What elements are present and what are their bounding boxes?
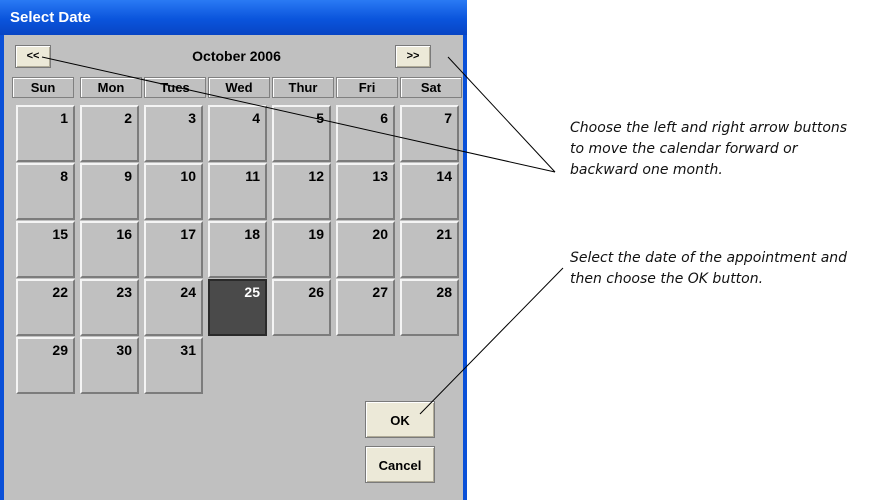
day-cell-25[interactable]: 25: [208, 279, 267, 336]
day-number: 21: [436, 226, 452, 242]
day-number: 11: [245, 168, 260, 184]
day-number: 1: [60, 110, 68, 126]
day-cell-13[interactable]: 13: [336, 163, 395, 220]
title-bar[interactable]: Select Date: [0, 0, 467, 35]
ok-button-annotation: Select the date of the appointment and t…: [570, 248, 847, 290]
weekday-header-4: Thur: [272, 77, 334, 98]
day-number: 15: [52, 226, 68, 242]
day-number: 4: [252, 110, 260, 126]
day-number: 8: [60, 168, 68, 184]
day-number: 18: [244, 226, 260, 242]
day-cell-9[interactable]: 9: [80, 163, 139, 220]
day-number: 20: [372, 226, 388, 242]
day-cell-27[interactable]: 27: [336, 279, 395, 336]
day-number: 7: [444, 110, 452, 126]
window-title: Select Date: [10, 9, 91, 26]
day-number: 17: [180, 226, 196, 242]
day-cell-18[interactable]: 18: [208, 221, 267, 278]
ok-button[interactable]: OK: [365, 401, 435, 438]
day-cell-3[interactable]: 3: [144, 105, 203, 162]
day-cell-4[interactable]: 4: [208, 105, 267, 162]
weekday-header-0: Sun: [12, 77, 74, 98]
day-cell-2[interactable]: 2: [80, 105, 139, 162]
next-month-button[interactable]: >>: [395, 45, 431, 68]
day-cell-20[interactable]: 20: [336, 221, 395, 278]
day-number: 23: [116, 284, 132, 300]
day-number: 30: [116, 342, 132, 358]
month-year-label: October 2006: [192, 48, 281, 64]
day-cell-22[interactable]: 22: [16, 279, 75, 336]
annotation-line: to move the calendar forward or: [570, 141, 798, 157]
day-cell-21[interactable]: 21: [400, 221, 459, 278]
day-number: 10: [180, 168, 196, 184]
day-number: 31: [180, 342, 196, 358]
day-cell-11[interactable]: 11: [208, 163, 267, 220]
day-number: 27: [372, 284, 388, 300]
day-cell-14[interactable]: 14: [400, 163, 459, 220]
day-number: 3: [188, 110, 196, 126]
day-cell-26[interactable]: 26: [272, 279, 331, 336]
day-number: 25: [244, 284, 260, 300]
day-number: 6: [380, 110, 388, 126]
day-cell-12[interactable]: 12: [272, 163, 331, 220]
day-number: 28: [436, 284, 452, 300]
day-cell-6[interactable]: 6: [336, 105, 395, 162]
month-navigation: << October 2006 >>: [12, 43, 461, 71]
day-cell-15[interactable]: 15: [16, 221, 75, 278]
annotation-line: Select the date of the appointment and: [570, 250, 848, 266]
weekday-header-1: Mon: [80, 77, 142, 98]
weekday-header-3: Wed: [208, 77, 270, 98]
weekday-header-6: Sat: [400, 77, 462, 98]
day-number: 9: [124, 168, 132, 184]
annotation-line: Choose the left and right arrow buttons: [570, 120, 848, 136]
day-number: 26: [308, 284, 324, 300]
day-number: 19: [308, 226, 324, 242]
day-cell-16[interactable]: 16: [80, 221, 139, 278]
day-number: 13: [372, 168, 388, 184]
day-number: 14: [436, 168, 452, 184]
day-cell-23[interactable]: 23: [80, 279, 139, 336]
arrow-buttons-annotation: Choose the left and right arrow buttons …: [570, 118, 847, 181]
day-number: 5: [316, 110, 324, 126]
day-number: 16: [116, 226, 132, 242]
day-cell-28[interactable]: 28: [400, 279, 459, 336]
weekday-header-5: Fri: [336, 77, 398, 98]
weekday-header-2: Tues: [144, 77, 206, 98]
annotation-line: backward one month.: [570, 162, 723, 178]
day-cell-31[interactable]: 31: [144, 337, 203, 394]
day-cell-17[interactable]: 17: [144, 221, 203, 278]
day-number: 2: [124, 110, 132, 126]
annotation-line: then choose the OK button.: [570, 271, 764, 287]
day-cell-10[interactable]: 10: [144, 163, 203, 220]
day-number: 24: [180, 284, 196, 300]
day-number: 12: [308, 168, 324, 184]
cancel-button[interactable]: Cancel: [365, 446, 435, 483]
day-cell-30[interactable]: 30: [80, 337, 139, 394]
day-number: 22: [52, 284, 68, 300]
day-cell-8[interactable]: 8: [16, 163, 75, 220]
day-cell-5[interactable]: 5: [272, 105, 331, 162]
day-cell-1[interactable]: 1: [16, 105, 75, 162]
day-number: 29: [52, 342, 68, 358]
day-cell-7[interactable]: 7: [400, 105, 459, 162]
day-cell-29[interactable]: 29: [16, 337, 75, 394]
day-cell-24[interactable]: 24: [144, 279, 203, 336]
day-cell-19[interactable]: 19: [272, 221, 331, 278]
